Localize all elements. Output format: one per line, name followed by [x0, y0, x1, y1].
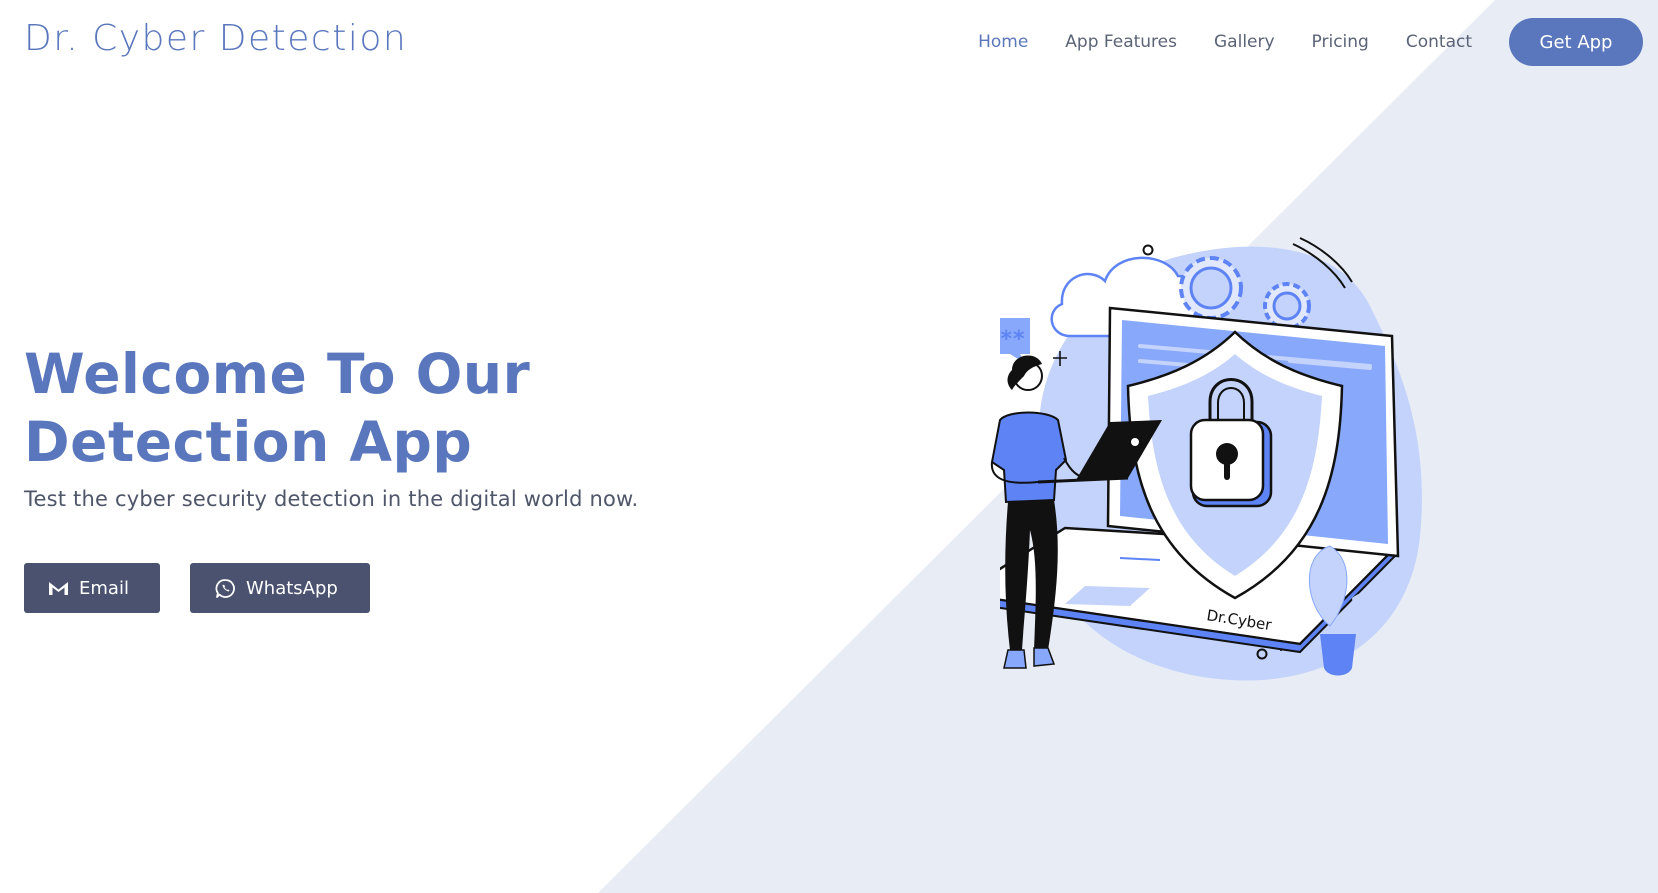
whatsapp-icon — [214, 577, 236, 599]
gear-icon-small — [1263, 282, 1311, 330]
hero-title-line-2: Detection App — [24, 410, 473, 474]
nav-item-home[interactable]: Home — [978, 32, 1028, 52]
nav-item-app-features[interactable]: App Features — [1065, 32, 1177, 52]
get-app-button[interactable]: Get App — [1509, 18, 1643, 66]
hero-title: Welcome To Our Detection App — [24, 340, 644, 476]
gear-icon-large — [1179, 256, 1243, 320]
whatsapp-button[interactable]: WhatsApp — [190, 563, 370, 613]
hero-title-line-1: Welcome To Our — [24, 342, 531, 406]
password-text: ***** — [1000, 327, 1026, 352]
nav-item-contact[interactable]: Contact — [1406, 32, 1472, 52]
navbar: Dr. Cyber Detection Home App Features Ga… — [0, 0, 1658, 84]
email-button-label: Email — [79, 577, 129, 599]
nav-item-pricing[interactable]: Pricing — [1312, 32, 1369, 52]
nav-item-gallery[interactable]: Gallery — [1214, 32, 1275, 52]
brand-logo-text[interactable]: Dr. Cyber Detection — [24, 18, 407, 59]
contact-buttons: Email WhatsApp — [24, 563, 644, 613]
decor-circle — [1142, 244, 1154, 256]
gmail-icon — [47, 577, 69, 599]
whatsapp-button-label: WhatsApp — [246, 577, 338, 599]
email-button[interactable]: Email — [24, 563, 160, 613]
hero-section: Welcome To Our Detection App Test the cy… — [24, 340, 644, 613]
person-with-laptop — [990, 355, 1162, 669]
hero-subtitle: Test the cyber security detection in the… — [24, 487, 639, 511]
nav-links: Home App Features Gallery Pricing Contac… — [941, 0, 1658, 84]
